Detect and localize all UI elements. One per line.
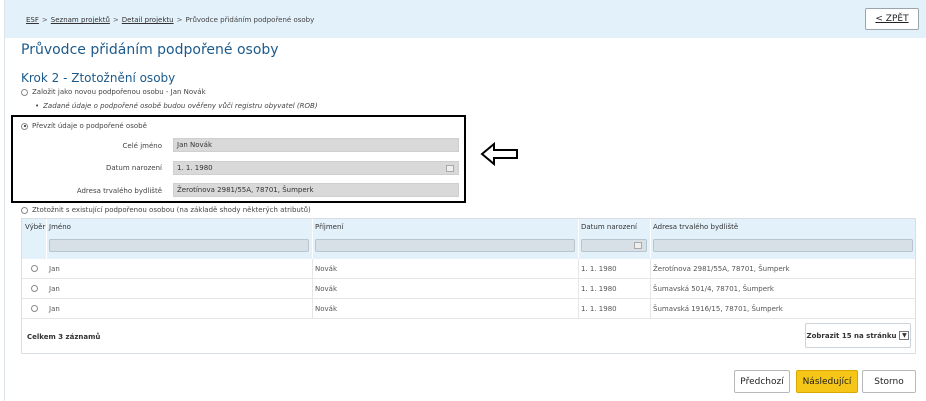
row-separator (578, 259, 579, 279)
top-bar: ESF > Seznam projektů > Detail projektu > Prův… (5, 0, 926, 38)
row-select-radio[interactable] (31, 285, 38, 292)
row-separator (650, 259, 651, 279)
address-value: Žerotínova 2981/55A, 78701, Šumperk (177, 186, 314, 194)
row-separator (312, 299, 313, 319)
row-select-radio[interactable] (31, 265, 38, 272)
step-title: Krok 2 - Ztotožnění osoby (21, 71, 176, 85)
row-separator (578, 279, 579, 299)
col-header-select: Výběr (25, 223, 46, 231)
table-row[interactable]: Jan Novák 1. 1. 1980 Šumavská 1916/15, 7… (22, 299, 915, 319)
breadcrumb-current: Průvodce přidáním podpořené osoby (185, 16, 315, 24)
row-separator (312, 279, 313, 299)
birth-date-value: 1. 1. 1980 (177, 164, 213, 172)
birth-date-field: 1. 1. 1980 (173, 161, 459, 175)
grid-header: Výběr Jméno Příjmení Datum narození Adre… (22, 219, 915, 259)
full-name-label: Celé jméno (122, 142, 162, 150)
calendar-icon (446, 165, 454, 172)
radio-create-new[interactable] (21, 88, 28, 96)
back-button[interactable]: < ZPĚT (865, 8, 919, 30)
radio-take-over[interactable] (21, 122, 28, 130)
col-separator (46, 219, 47, 259)
option-match-existing-label: Ztotožnit s existující podpořenou osobou… (32, 206, 311, 214)
table-row[interactable]: Jan Novák 1. 1. 1980 Šumavská 501/4, 787… (22, 279, 915, 299)
option-take-over-label: Převzít údaje o podpořené osobě (32, 122, 147, 130)
cell-address: Šumavská 1916/15, 78701, Šumperk (653, 305, 783, 313)
left-arrow-icon (480, 142, 518, 166)
chevron-down-icon[interactable]: ▼ (899, 331, 910, 340)
filter-address[interactable] (653, 239, 913, 252)
page-size-select[interactable]: Zobrazit 15 na stránku ▼ (805, 323, 911, 348)
row-separator (650, 279, 651, 299)
filter-birth-date[interactable] (581, 239, 647, 252)
previous-button[interactable]: Předchozí (734, 370, 790, 393)
cell-address: Šumavská 501/4, 78701, Šumperk (653, 285, 774, 293)
cancel-button[interactable]: Storno (862, 370, 916, 393)
cell-last-name: Novák (315, 265, 338, 273)
persons-grid: Výběr Jméno Příjmení Datum narození Adre… (21, 218, 916, 354)
cell-birth-date: 1. 1. 1980 (581, 285, 617, 293)
breadcrumb-project-list[interactable]: Seznam projektů (51, 16, 110, 24)
filter-first-name[interactable] (49, 239, 309, 252)
cell-last-name: Novák (315, 285, 338, 293)
breadcrumb-separator: > (112, 16, 119, 24)
option-take-over[interactable]: Převzít údaje o podpořené osobě (21, 122, 147, 130)
row-select-radio[interactable] (31, 305, 38, 312)
col-separator (312, 219, 313, 259)
full-name-field: Jan Novák (173, 138, 459, 152)
col-header-last-name[interactable]: Příjmení (315, 223, 343, 231)
option-create-new-label: Založit jako novou podpořenou osobu - Ja… (32, 88, 206, 96)
row-separator (650, 299, 651, 319)
cell-birth-date: 1. 1. 1980 (581, 265, 617, 273)
address-field: Žerotínova 2981/55A, 78701, Šumperk (173, 183, 459, 197)
address-label: Adresa trvalého bydliště (76, 187, 162, 195)
option-match-existing[interactable]: Ztotožnit s existující podpořenou osobou… (21, 206, 311, 214)
birth-date-label: Datum narození (106, 164, 162, 172)
breadcrumb: ESF > Seznam projektů > Detail projektu > Prův… (26, 16, 314, 24)
breadcrumb-project-detail[interactable]: Detail projektu (122, 16, 174, 24)
total-records: Celkem 3 záznamů (27, 333, 101, 341)
col-header-first-name[interactable]: Jméno (49, 223, 71, 231)
row-separator (312, 259, 313, 279)
col-separator (650, 219, 651, 259)
breadcrumb-esf[interactable]: ESF (26, 16, 39, 24)
filter-last-name[interactable] (315, 239, 575, 252)
col-separator (578, 219, 579, 259)
option-create-new[interactable]: Založit jako novou podpořenou osobu - Ja… (21, 88, 206, 96)
breadcrumb-separator: > (176, 16, 183, 24)
row-separator (578, 299, 579, 319)
calendar-icon (634, 242, 642, 249)
radio-match-existing[interactable] (21, 206, 28, 214)
cell-address: Žerotínova 2981/55A, 78701, Šumperk (653, 265, 790, 273)
cell-first-name: Jan (49, 285, 60, 293)
page-size-label: Zobrazit 15 na stránku (806, 331, 897, 340)
breadcrumb-separator: > (41, 16, 48, 24)
cell-first-name: Jan (49, 305, 60, 313)
create-new-note: Zadané údaje o podpořené osobě budou ově… (35, 102, 317, 110)
table-row[interactable]: Jan Novák 1. 1. 1980 Žerotínova 2981/55A… (22, 259, 915, 279)
col-header-birth-date[interactable]: Datum narození (581, 223, 637, 231)
cell-first-name: Jan (49, 265, 60, 273)
cell-last-name: Novák (315, 305, 338, 313)
cell-birth-date: 1. 1. 1980 (581, 305, 617, 313)
full-name-value: Jan Novák (177, 141, 213, 149)
page-title: Průvodce přidáním podpořené osoby (21, 42, 279, 58)
next-button[interactable]: Následující (796, 370, 858, 393)
col-header-address[interactable]: Adresa trvalého bydliště (653, 223, 738, 231)
